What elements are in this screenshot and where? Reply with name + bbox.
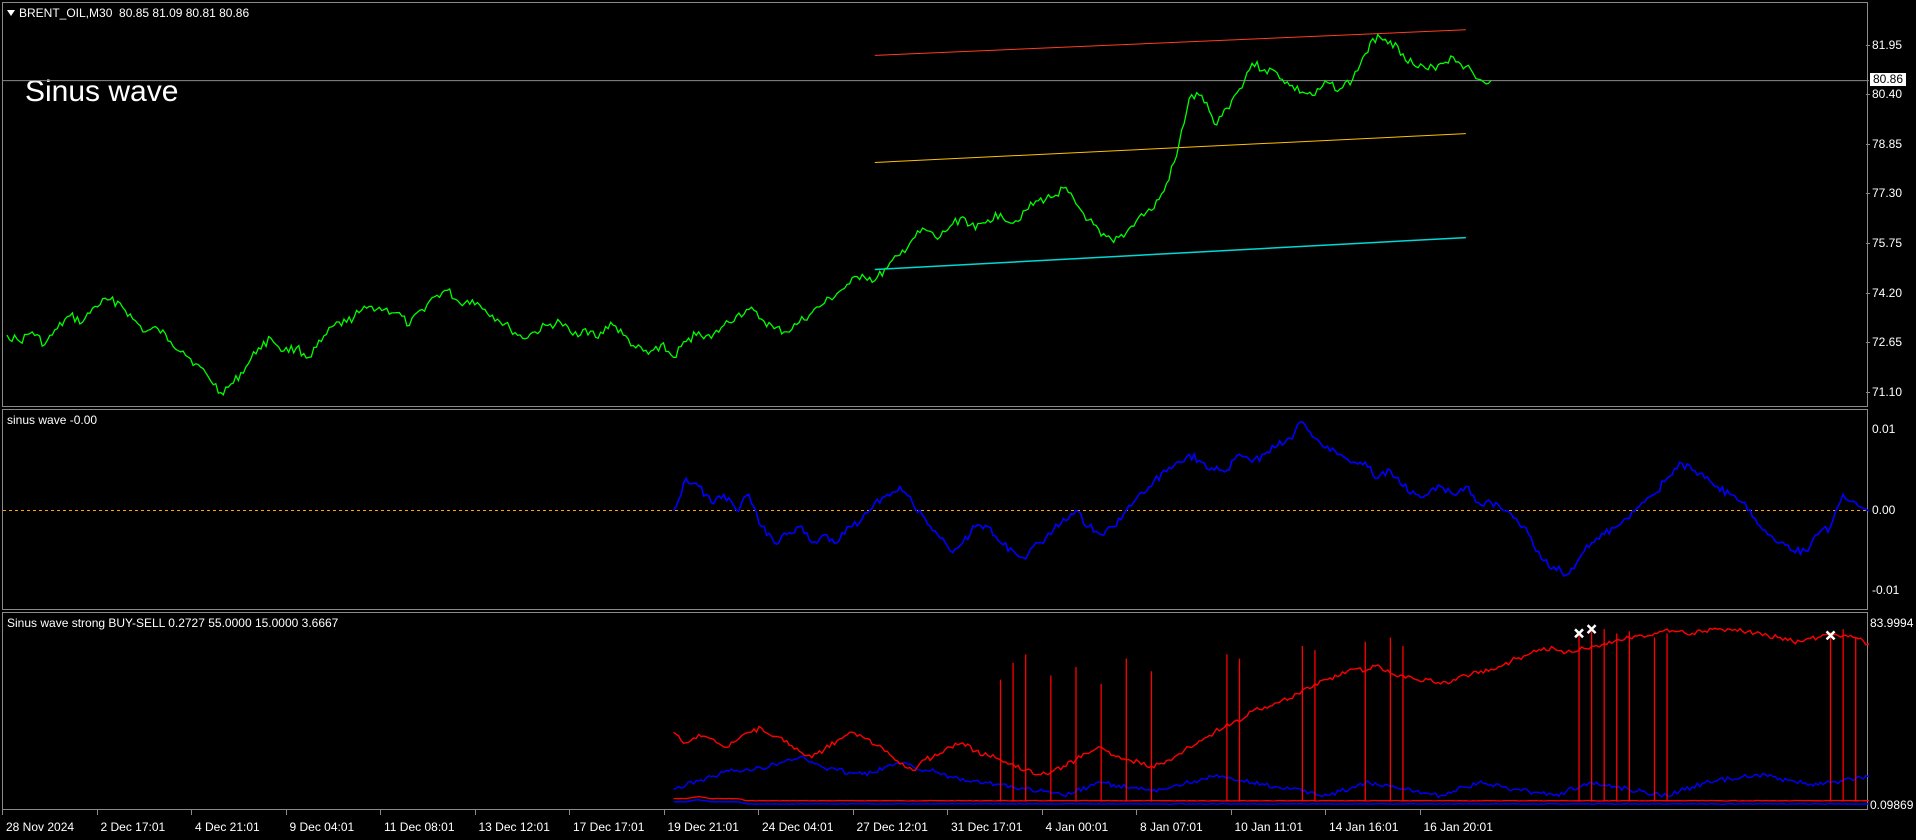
time-tick-15: 16 Jan 20:01 — [1423, 820, 1493, 834]
time-tick-mark — [474, 810, 476, 815]
sinus-series-line — [672, 421, 1869, 578]
channel-middle-line — [874, 133, 1466, 163]
price-tick-mark — [1866, 242, 1870, 244]
strong-red-base-line — [673, 795, 1869, 802]
time-tick-4: 11 Dec 08:01 — [384, 820, 455, 834]
time-tick-1: 2 Dec 17:01 — [100, 820, 166, 834]
price-tick-mark — [1866, 391, 1870, 393]
price-tick-5: 74.20 — [1872, 285, 1903, 300]
strong-pane[interactable]: Sinus wave strong BUY-SELL 0.2727 55.000… — [2, 612, 1869, 810]
time-tick-mark — [569, 810, 570, 815]
time-tick-mark — [947, 810, 948, 815]
price-tick-3: 77.30 — [1872, 186, 1903, 201]
time-tick-13: 10 Jan 11:01 — [1234, 820, 1304, 834]
price-tick-mark — [1866, 292, 1870, 294]
strong-tick-1: 0.09869 — [1870, 798, 1914, 812]
time-tick-mark — [380, 810, 381, 815]
strong-chart — [673, 624, 1869, 805]
time-tick-11: 4 Jan 00:01 — [1045, 820, 1109, 834]
time-tick-14: 14 Jan 16:01 — [1329, 820, 1399, 834]
price-tick-2: 78.85 — [1872, 136, 1903, 151]
price-tick-1: 80.40 — [1872, 87, 1903, 102]
time-tick-0: 28 Nov 2024 — [6, 820, 75, 834]
price-tick-mark — [1866, 94, 1870, 96]
price-series-line — [6, 33, 1492, 396]
time-tick-mark — [191, 810, 192, 815]
time-tick-12: 8 Jan 07:01 — [1140, 820, 1203, 834]
time-tick-8: 24 Dec 04:01 — [762, 820, 834, 834]
time-tick-mark — [96, 810, 98, 815]
sinus-chart — [3, 421, 1869, 578]
price-pane[interactable]: BRENT_OIL,M30 80.85 81.09 80.81 80.86 Si… — [2, 2, 1869, 407]
price-tick-mark — [1866, 44, 1870, 46]
time-tick-mark — [285, 810, 287, 815]
strong-tick-0: 83.9994 — [1870, 616, 1914, 630]
sinus-tick-2: -0.01 — [1872, 582, 1900, 597]
price-tick-6: 72.65 — [1872, 335, 1903, 350]
price-tick-4: 75.75 — [1872, 235, 1903, 250]
price-tick-0: 81.95 — [1872, 37, 1903, 52]
price-tick-mark — [1866, 193, 1870, 195]
time-tick-9: 27 Dec 12:01 — [856, 820, 928, 834]
time-tick-5: 13 Dec 12:01 — [478, 820, 550, 834]
price-chart — [3, 29, 1869, 396]
price-tick-mark — [1866, 342, 1870, 344]
sinus-tick-0: 0.01 — [1872, 422, 1896, 437]
time-tick-10: 31 Dec 17:01 — [951, 820, 1023, 834]
time-tick-3: 9 Dec 04:01 — [289, 820, 355, 834]
time-tick-mark — [1041, 810, 1043, 815]
channel-lower-line — [874, 236, 1466, 271]
sinus-pane[interactable]: sinus wave -0.00 — [2, 409, 1869, 610]
price-tick-7: 71.10 — [1872, 384, 1903, 399]
sinus-tick-1: 0.00 — [1872, 502, 1896, 517]
time-tick-6: 17 Dec 17:01 — [573, 820, 645, 834]
channel-upper-line — [874, 29, 1466, 56]
time-tick-mark — [2, 810, 3, 815]
time-tick-mark — [852, 810, 854, 815]
time-tick-mark — [1419, 810, 1421, 815]
time-tick-mark — [1230, 810, 1232, 815]
time-tick-mark — [663, 810, 665, 815]
time-tick-mark — [1325, 810, 1326, 815]
strong-blue-line — [673, 755, 1869, 799]
time-tick-7: 19 Dec 21:01 — [667, 820, 739, 834]
time-tick-2: 4 Dec 21:01 — [195, 820, 260, 834]
price-tick-mark — [1866, 143, 1870, 145]
time-tick-mark — [758, 810, 759, 815]
current-price-box: 80.86 — [1870, 72, 1907, 86]
time-tick-mark — [1136, 810, 1137, 815]
strong-red-line — [673, 627, 1869, 776]
